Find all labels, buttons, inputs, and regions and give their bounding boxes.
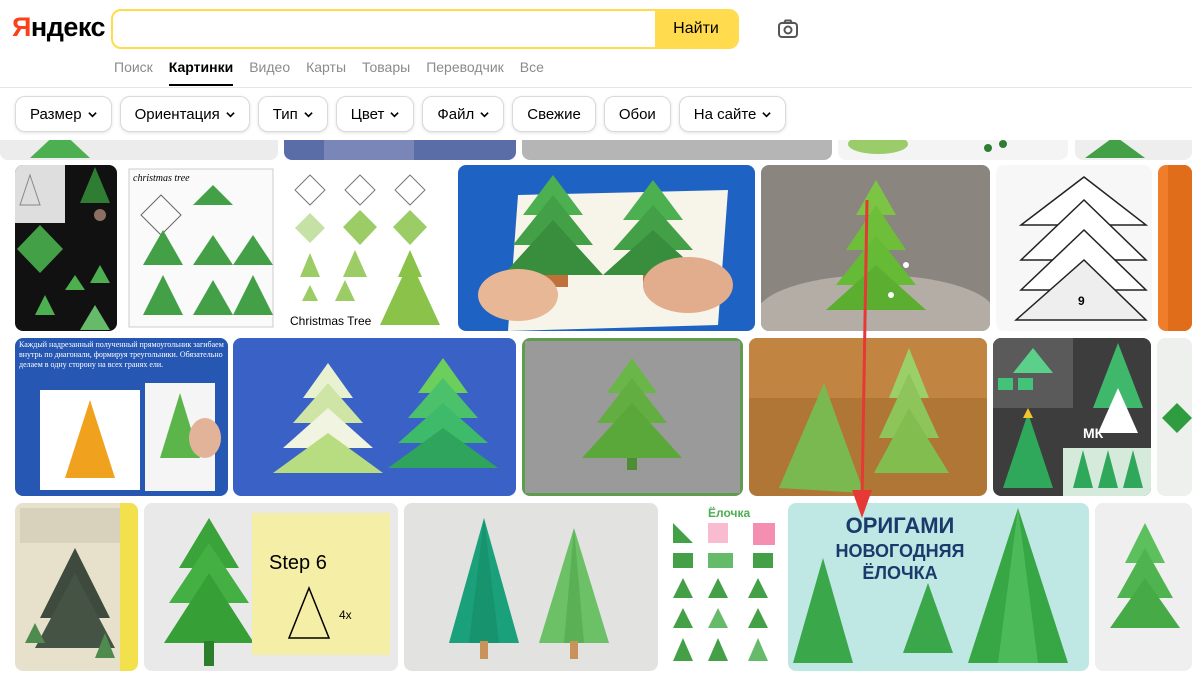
filter-label: На сайте bbox=[693, 105, 757, 123]
image-result[interactable] bbox=[458, 165, 755, 331]
yandex-logo[interactable]: Яндекс bbox=[12, 12, 106, 43]
image-result[interactable] bbox=[761, 165, 990, 331]
image-result[interactable]: ОРИГАМИ НОВОГОДНЯЯ ЁЛОЧКА bbox=[788, 503, 1089, 671]
image-result[interactable] bbox=[233, 338, 516, 496]
diagram-title: christmas tree bbox=[133, 173, 190, 184]
filter-chip-5[interactable]: Свежие bbox=[512, 96, 596, 132]
image-result[interactable] bbox=[15, 165, 117, 331]
image-thumbnail: 9 bbox=[996, 165, 1152, 331]
filter-label: Свежие bbox=[527, 105, 581, 123]
search-button[interactable]: Найти bbox=[655, 11, 737, 47]
image-thumbnail: МК bbox=[993, 338, 1151, 496]
image-thumbnail bbox=[522, 338, 743, 496]
search-input[interactable] bbox=[113, 11, 655, 47]
chevron-down-icon bbox=[226, 111, 235, 117]
image-result[interactable] bbox=[838, 140, 1068, 160]
image-result[interactable] bbox=[284, 140, 516, 160]
banner-title-line3: ЁЛОЧКА bbox=[862, 563, 937, 583]
image-thumbnail bbox=[1158, 165, 1192, 331]
filter-bar: Размер Ориентация Тип Цвет Файл Свежие Обои На … bbox=[15, 96, 787, 132]
image-result[interactable] bbox=[1157, 338, 1192, 496]
image-result[interactable]: Christmas Tree bbox=[285, 165, 452, 331]
image-result[interactable] bbox=[1095, 503, 1192, 671]
image-thumbnail: ОРИГАМИ НОВОГОДНЯЯ ЁЛОЧКА bbox=[788, 503, 1089, 671]
service-nav: Поиск Картинки Видео Карты Товары Переводчик В… bbox=[114, 59, 544, 86]
image-thumbnail bbox=[404, 503, 658, 671]
step-note: Step 6 bbox=[269, 552, 327, 574]
nav-tab-5[interactable]: Переводчик bbox=[426, 59, 504, 75]
image-result[interactable] bbox=[0, 140, 278, 160]
image-thumbnail bbox=[1095, 503, 1192, 671]
filter-chip-0[interactable]: Размер bbox=[15, 96, 112, 132]
image-thumbnail bbox=[15, 165, 117, 331]
image-result[interactable]: christmas tree bbox=[123, 165, 279, 331]
image-result[interactable] bbox=[1158, 165, 1192, 331]
banner-title-line2: НОВОГОДНЯЯ bbox=[836, 541, 965, 561]
chevron-down-icon bbox=[480, 111, 489, 117]
image-thumbnail bbox=[233, 338, 516, 496]
image-thumbnail: christmas tree bbox=[123, 165, 279, 331]
red-arrow-annotation bbox=[852, 200, 872, 518]
christmas-tree-label: Christmas Tree bbox=[290, 314, 372, 328]
image-thumbnail: Каждый надрезанный полученный прямоуголь… bbox=[15, 338, 228, 496]
filter-label: Обои bbox=[618, 105, 656, 123]
image-result[interactable] bbox=[522, 140, 832, 160]
image-result[interactable]: Каждый надрезанный полученный прямоуголь… bbox=[15, 338, 228, 496]
nav-tab-1[interactable]: Картинки bbox=[168, 59, 234, 86]
filter-label: Цвет bbox=[350, 105, 385, 123]
nav-tab-4[interactable]: Товары bbox=[362, 59, 410, 75]
image-thumbnail bbox=[1075, 140, 1192, 160]
image-results-grid: christmas tree Christmas Tree 9 Каждый н… bbox=[0, 140, 1192, 675]
image-result[interactable]: 9 bbox=[996, 165, 1152, 331]
image-result[interactable] bbox=[522, 338, 743, 496]
fold-instruction-text: Каждый надрезанный полученный прямоуголь… bbox=[19, 340, 224, 369]
chevron-down-icon bbox=[87, 111, 97, 117]
logo-first-letter: Я bbox=[12, 12, 31, 42]
step-number: 9 bbox=[1078, 294, 1085, 308]
chevron-down-icon bbox=[390, 111, 400, 117]
filter-chip-3[interactable]: Цвет bbox=[335, 96, 415, 132]
search-box: Найти bbox=[111, 9, 739, 49]
image-thumbnail: Step 6 4x bbox=[144, 503, 398, 671]
camera-search-icon[interactable] bbox=[775, 16, 801, 42]
image-thumbnail bbox=[522, 140, 832, 160]
nav-tab-2[interactable]: Видео bbox=[249, 59, 290, 75]
small-title: Ёлочка bbox=[708, 505, 750, 520]
filter-label: Файл bbox=[437, 105, 475, 123]
nav-tab-0[interactable]: Поиск bbox=[114, 59, 153, 75]
image-result[interactable]: Step 6 4x bbox=[144, 503, 398, 671]
image-result[interactable]: МК bbox=[993, 338, 1151, 496]
image-thumbnail bbox=[15, 503, 138, 671]
filter-chip-1[interactable]: Ориентация bbox=[119, 96, 250, 132]
logo-rest: ндекс bbox=[30, 12, 106, 42]
image-thumbnail bbox=[761, 165, 990, 331]
image-thumbnail bbox=[1157, 338, 1192, 496]
image-result[interactable] bbox=[1075, 140, 1192, 160]
image-result[interactable] bbox=[404, 503, 658, 671]
filter-chip-6[interactable]: Обои bbox=[603, 96, 671, 132]
image-thumbnail: Christmas Tree bbox=[285, 165, 452, 331]
mk-label: МК bbox=[1083, 425, 1104, 441]
image-result[interactable] bbox=[15, 503, 138, 671]
nav-tab-6[interactable]: Все bbox=[520, 59, 544, 75]
chevron-down-icon bbox=[762, 111, 772, 117]
image-thumbnail bbox=[0, 140, 278, 160]
filter-chip-4[interactable]: Файл bbox=[422, 96, 505, 132]
image-thumbnail bbox=[458, 165, 755, 331]
image-thumbnail bbox=[838, 140, 1068, 160]
nav-tab-3[interactable]: Карты bbox=[306, 59, 346, 75]
filter-label: Размер bbox=[30, 105, 82, 123]
image-result[interactable]: Ёлочка bbox=[663, 503, 783, 671]
filter-label: Ориентация bbox=[134, 105, 220, 123]
filter-label: Тип bbox=[272, 105, 298, 123]
step-multiplier: 4x bbox=[339, 608, 352, 622]
filter-chip-7[interactable]: На сайте bbox=[678, 96, 787, 132]
image-thumbnail bbox=[284, 140, 516, 160]
image-thumbnail: Ёлочка bbox=[663, 503, 783, 671]
header: Яндекс Найти Поиск Картинки Видео Карты Това… bbox=[0, 0, 1192, 88]
filter-chip-2[interactable]: Тип bbox=[257, 96, 328, 132]
chevron-down-icon bbox=[304, 111, 313, 117]
